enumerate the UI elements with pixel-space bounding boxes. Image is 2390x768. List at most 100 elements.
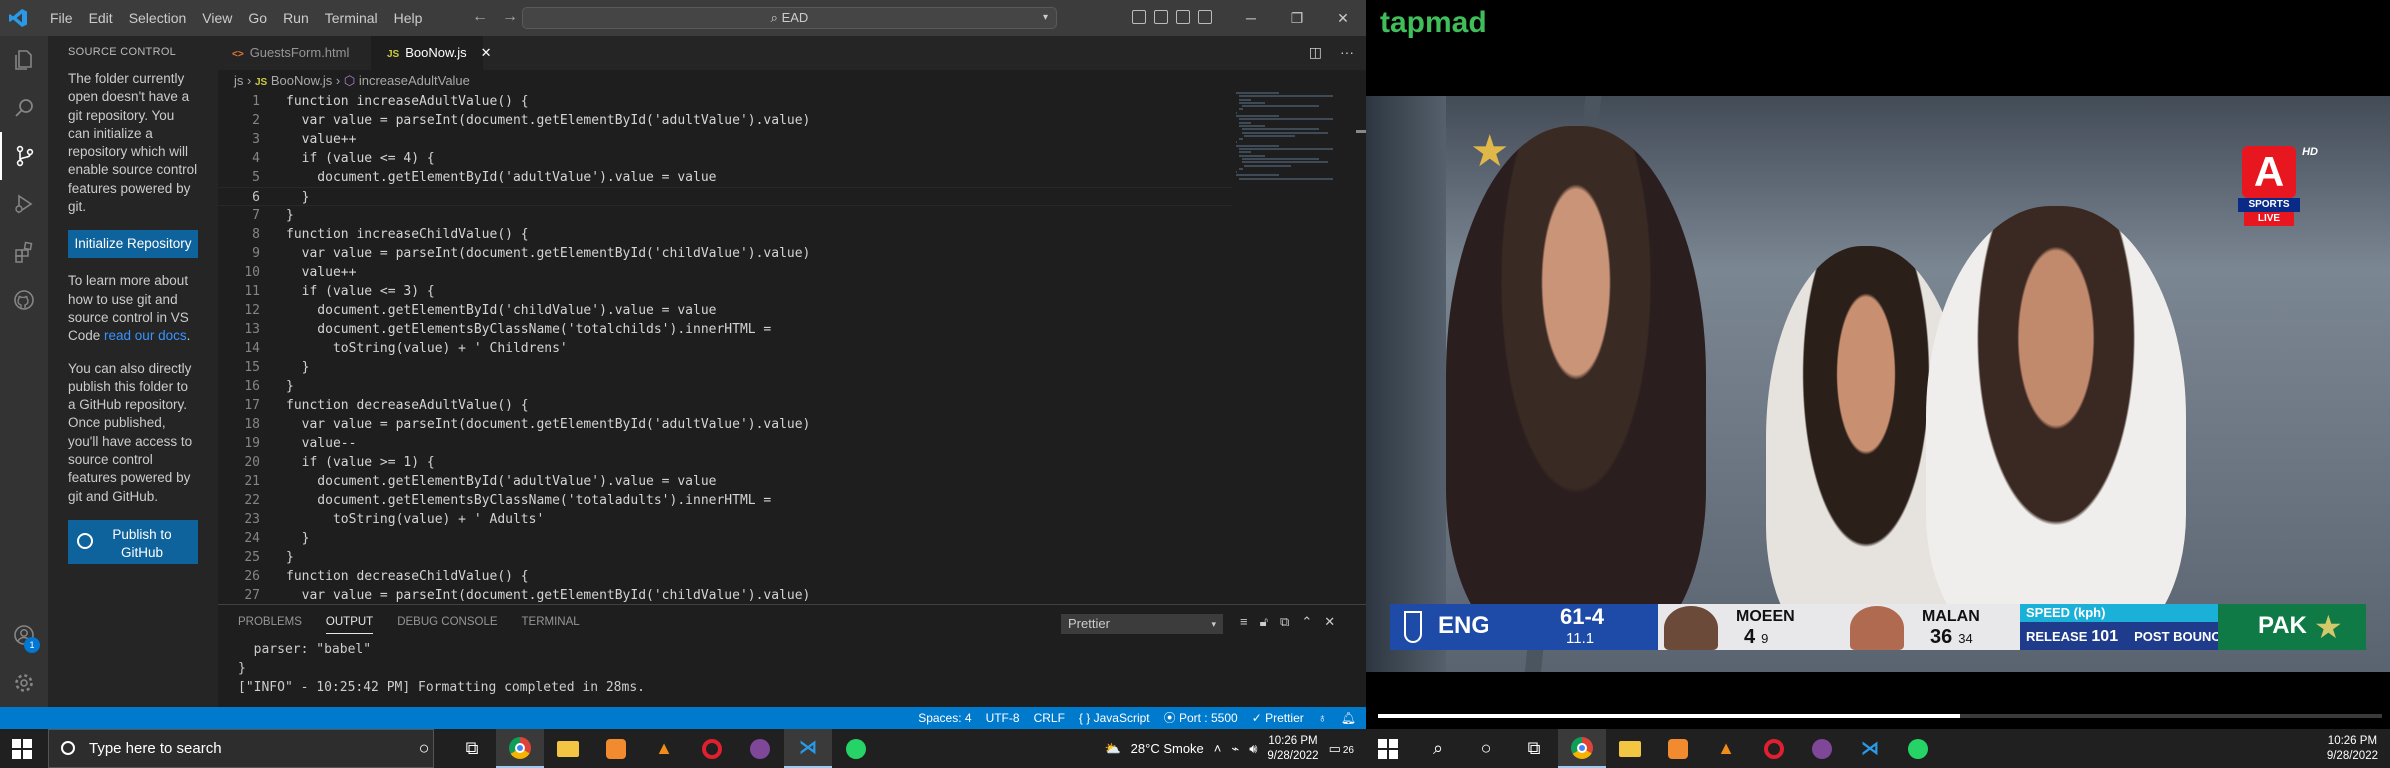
menu-selection[interactable]: Selection (121, 0, 195, 36)
search-icon[interactable]: ⌕ (1414, 729, 1462, 768)
sublime-icon[interactable] (592, 729, 640, 768)
toggle-sidebar-icon[interactable] (1132, 10, 1146, 24)
code-line[interactable]: 2 var value = parseInt(document.getEleme… (218, 111, 1232, 130)
lock-scroll-icon[interactable]: 🔓︎ (1260, 614, 1268, 630)
task-view-icon[interactable]: ⧉ (1510, 729, 1558, 768)
menu-edit[interactable]: Edit (81, 0, 121, 36)
volume-icon[interactable]: 🔊︎ (1249, 741, 1257, 757)
accounts-icon[interactable]: 1 (0, 611, 48, 659)
code-line[interactable]: 27 var value = parseInt(document.getElem… (218, 586, 1232, 603)
chrome-icon[interactable] (496, 729, 544, 768)
menu-view[interactable]: View (194, 0, 240, 36)
menu-help[interactable]: Help (386, 0, 431, 36)
tab-guestsform[interactable]: <> GuestsForm.html (218, 36, 371, 70)
publish-to-github-button[interactable]: Publish to GitHub (68, 519, 198, 564)
code-line[interactable]: 5 document.getElementById('adultValue').… (218, 168, 1232, 187)
run-debug-icon[interactable] (0, 180, 48, 228)
clear-output-icon[interactable]: ≡ (1240, 614, 1248, 630)
explorer-icon[interactable] (0, 36, 48, 84)
windows-start-icon[interactable] (12, 739, 32, 759)
vlc-icon[interactable]: ▲ (640, 729, 688, 768)
code-line[interactable]: 24 } (218, 529, 1232, 548)
network-icon[interactable]: ⌁ (1231, 741, 1239, 757)
code-line[interactable]: 6 } (218, 187, 1232, 206)
code-line[interactable]: 26 function decreaseChildValue() { (218, 567, 1232, 586)
weather-icon[interactable]: ⛅ (1104, 741, 1120, 757)
vlc-icon[interactable]: ▲ (1702, 729, 1750, 768)
code-line[interactable]: 11 if (value <= 3) { (218, 282, 1232, 301)
task-view-icon[interactable]: ⧉ (448, 729, 496, 768)
more-actions-icon[interactable]: ··· (1340, 44, 1354, 60)
vscode-taskbar-icon[interactable]: ⋊ (784, 729, 832, 768)
tab-problems[interactable]: PROBLEMS (238, 605, 302, 640)
breadcrumb-symbol[interactable]: increaseAdultValue (359, 73, 470, 88)
whatsapp-icon[interactable] (832, 729, 880, 768)
opera-icon[interactable] (688, 729, 736, 768)
code-line[interactable]: 9 var value = parseInt(document.getEleme… (218, 244, 1232, 263)
live-server-status[interactable]: ⦿ Port : 5500 (1164, 707, 1238, 729)
clock[interactable]: 10:26 PM 9/28/2022 (2327, 734, 2378, 764)
taskbar-search-box[interactable]: Type here to search (48, 729, 434, 768)
maximize-panel-icon[interactable]: ⧉ (1280, 614, 1289, 630)
vscode-taskbar-icon[interactable]: ⋊ (1846, 729, 1894, 768)
feedback-icon[interactable]: ♁ (1318, 707, 1327, 729)
eol-status[interactable]: CRLF (1034, 707, 1065, 729)
breadcrumb-folder[interactable]: js (234, 73, 243, 88)
prettier-status[interactable]: ✓ Prettier (1252, 707, 1304, 729)
tab-output[interactable]: OUTPUT (325, 605, 374, 634)
code-line[interactable]: 18 var value = parseInt(document.getElem… (218, 415, 1232, 434)
whatsapp-icon[interactable] (1894, 729, 1942, 768)
notification-center-icon[interactable]: ▭ 26 (1329, 741, 1354, 757)
editor-scrollbar[interactable] (1354, 92, 1366, 603)
opera-icon[interactable] (1750, 729, 1798, 768)
clock[interactable]: 10:26 PM 9/28/2022 (1267, 734, 1318, 764)
code-line[interactable]: 16} (218, 377, 1232, 396)
code-line[interactable]: 15 } (218, 358, 1232, 377)
tapmad-logo[interactable]: tapmad (1380, 6, 1487, 40)
minimap[interactable] (1236, 92, 1350, 182)
code-line[interactable]: 3 value++ (218, 130, 1232, 149)
tab-debug-console[interactable]: DEBUG CONSOLE (397, 605, 497, 640)
extensions-icon[interactable] (0, 228, 48, 276)
code-line[interactable]: 13 document.getElementsByClassName('tota… (218, 320, 1232, 339)
tor-icon[interactable] (736, 729, 784, 768)
close-panel-icon[interactable]: ✕ (1324, 614, 1335, 630)
code-line[interactable]: 10 value++ (218, 263, 1232, 282)
code-line[interactable]: 22 document.getElementsByClassName('tota… (218, 491, 1232, 510)
file-explorer-icon[interactable] (1606, 729, 1654, 768)
close-tab-icon[interactable]: ✕ (481, 45, 492, 60)
code-line[interactable]: 4 if (value <= 4) { (218, 149, 1232, 168)
code-line[interactable]: 12 document.getElementById('childValue')… (218, 301, 1232, 320)
code-line[interactable]: 8 function increaseChildValue() { (218, 225, 1232, 244)
code-line[interactable]: 21 document.getElementById('adultValue')… (218, 472, 1232, 491)
code-line[interactable]: 1 function increaseAdultValue() { (218, 92, 1232, 111)
indent-status[interactable]: Spaces: 4 (918, 707, 971, 729)
code-line[interactable]: 23 toString(value) + ' Adults' (218, 510, 1232, 529)
source-control-icon[interactable] (0, 132, 48, 180)
tab-terminal[interactable]: TERMINAL (522, 605, 580, 640)
menu-run[interactable]: Run (275, 0, 317, 36)
menu-file[interactable]: File (42, 0, 81, 36)
code-line[interactable]: 20 if (value >= 1) { (218, 453, 1232, 472)
video-player[interactable]: ★ A SPORTS LIVE HD ENG 61-4 11.1 MOEEN 4 9 … (1366, 96, 2390, 672)
chevron-up-icon[interactable]: ⌃ (1301, 614, 1312, 630)
code-line[interactable]: 14 toString(value) + ' Childrens' (218, 339, 1232, 358)
code-line[interactable]: 25} (218, 548, 1232, 567)
tor-icon[interactable] (1798, 729, 1846, 768)
command-center-search[interactable]: ⌕ EAD ▾ (522, 7, 1057, 29)
chevron-up-icon[interactable]: ˄ (1214, 741, 1222, 756)
windows-start-icon[interactable] (1378, 739, 1398, 759)
cortana-icon[interactable]: ○ (400, 729, 448, 768)
toggle-panel-icon[interactable] (1154, 10, 1168, 24)
code-line[interactable]: 17 function decreaseAdultValue() { (218, 396, 1232, 415)
menu-go[interactable]: Go (240, 0, 275, 36)
chrome-icon[interactable] (1558, 729, 1606, 768)
split-editor-icon[interactable]: ◫ (1309, 44, 1322, 60)
encoding-status[interactable]: UTF-8 (986, 707, 1020, 729)
search-view-icon[interactable] (0, 84, 48, 132)
read-docs-link[interactable]: read our docs (104, 328, 187, 343)
weather-text[interactable]: 28°C Smoke (1131, 741, 1204, 756)
code-editor[interactable]: 1 function increaseAdultValue() {2 var va… (218, 92, 1232, 603)
code-line[interactable]: 7} (218, 206, 1232, 225)
customize-layout-icon[interactable] (1198, 10, 1212, 24)
